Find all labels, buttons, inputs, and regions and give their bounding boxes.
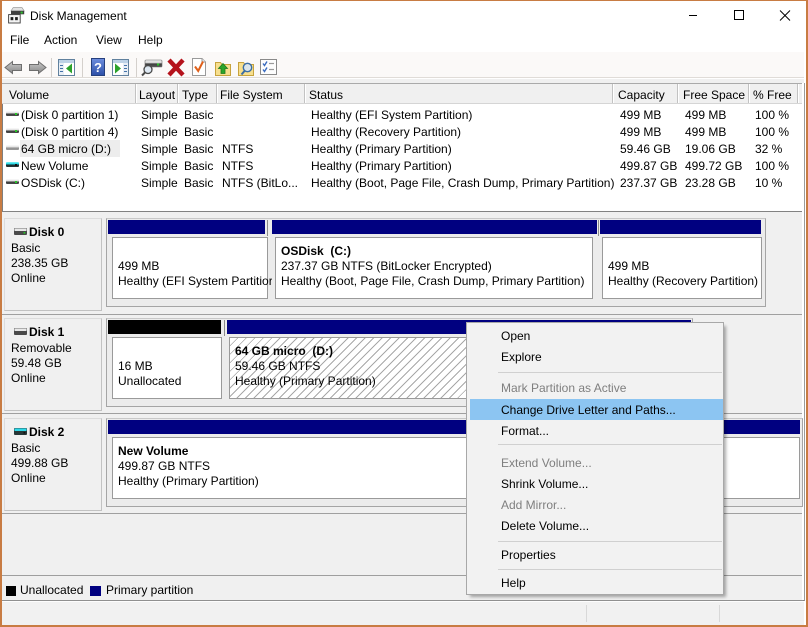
- svg-text:?: ?: [94, 60, 102, 75]
